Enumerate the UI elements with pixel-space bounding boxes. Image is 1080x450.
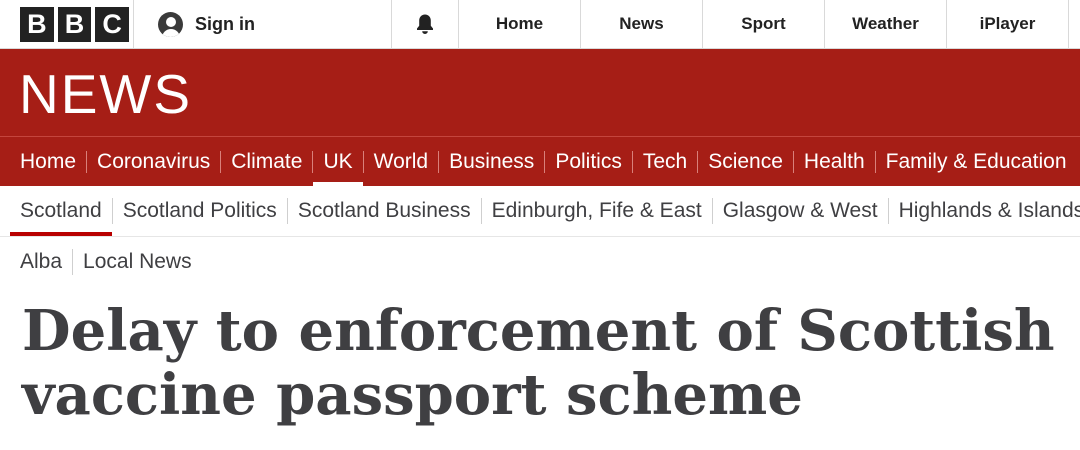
primary-nav: Home Coronavirus Climate UK World Busine… xyxy=(0,136,1080,186)
sign-in-label: Sign in xyxy=(195,13,255,34)
secondary-nav-row-2: Alba Local News xyxy=(0,237,1080,287)
user-avatar-icon xyxy=(158,11,183,37)
nav-uk[interactable]: UK xyxy=(313,137,363,186)
bbc-masthead: B B C Sign in Home News Sport Weather iP… xyxy=(0,0,1080,49)
nav-business[interactable]: Business xyxy=(439,137,544,186)
notifications-button[interactable] xyxy=(392,0,459,48)
topnav-sport[interactable]: Sport xyxy=(703,0,825,48)
news-banner: NEWS xyxy=(0,49,1080,136)
bell-icon xyxy=(417,14,433,34)
topnav-weather[interactable]: Weather xyxy=(825,0,947,48)
subnav-local-news[interactable]: Local News xyxy=(73,250,202,274)
news-wordmark[interactable]: NEWS xyxy=(19,63,192,125)
nav-coronavirus[interactable]: Coronavirus xyxy=(87,137,220,186)
topnav-home[interactable]: Home xyxy=(459,0,581,48)
logo-letter: C xyxy=(95,6,130,42)
subnav-glasgow-west[interactable]: Glasgow & West xyxy=(713,186,888,236)
subnav-scotland-business[interactable]: Scotland Business xyxy=(288,186,481,236)
nav-world[interactable]: World xyxy=(364,137,438,186)
topnav-news[interactable]: News xyxy=(581,0,703,48)
subnav-alba[interactable]: Alba xyxy=(0,250,72,274)
nav-tech[interactable]: Tech xyxy=(633,137,697,186)
nav-family-education[interactable]: Family & Education xyxy=(876,137,1077,186)
topnav-iplayer[interactable]: iPlayer xyxy=(947,0,1069,48)
logo-letter: B xyxy=(20,6,54,42)
subnav-scotland-politics[interactable]: Scotland Politics xyxy=(113,186,287,236)
nav-science[interactable]: Science xyxy=(698,137,793,186)
subnav-highlands-islands[interactable]: Highlands & Islands xyxy=(889,186,1080,236)
subnav-scotland[interactable]: Scotland xyxy=(0,186,112,236)
nav-climate[interactable]: Climate xyxy=(221,137,312,186)
nav-politics[interactable]: Politics xyxy=(545,137,632,186)
nav-health[interactable]: Health xyxy=(794,137,875,186)
nav-home[interactable]: Home xyxy=(0,137,86,186)
secondary-nav: Scotland Scotland Politics Scotland Busi… xyxy=(0,186,1080,237)
article-headline: Delay to enforcement of Scottish vaccine… xyxy=(22,298,1055,428)
subnav-edinburgh-fife-east[interactable]: Edinburgh, Fife & East xyxy=(482,186,712,236)
sign-in-button[interactable]: Sign in xyxy=(134,0,392,48)
bbc-logo[interactable]: B B C xyxy=(0,0,134,48)
logo-letter: B xyxy=(57,6,92,42)
